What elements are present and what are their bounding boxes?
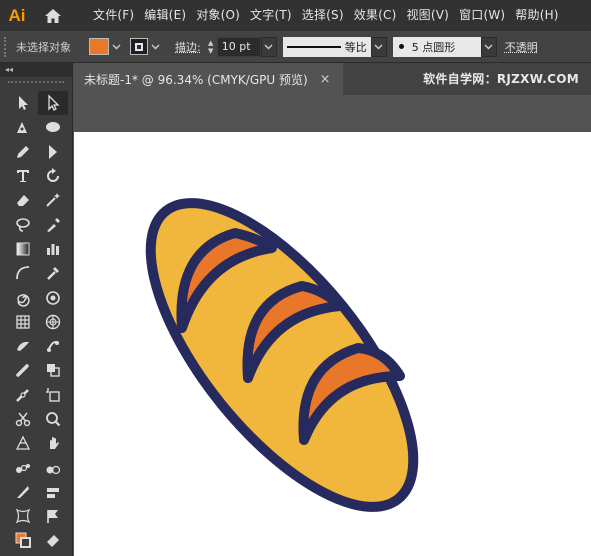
document-tab-title: 未标题-1* @ 96.34% (CMYK/GPU 预览) [84,72,308,87]
artboard-tool-icon[interactable] [38,383,68,407]
site-watermark: 软件自学网：RJZXW.COM [423,72,579,86]
toolbar-collapse-icon[interactable]: ◂◂ [0,63,72,77]
home-icon[interactable] [34,0,72,31]
pencil-tool-icon[interactable] [8,140,38,164]
app-logo: Ai [8,5,26,25]
brush-dot-icon [398,44,404,49]
variable-width-profile[interactable]: 等比 [282,36,371,57]
mesh-tool-icon[interactable] [8,504,38,528]
opacity-label[interactable]: 不透明 [505,39,538,55]
arc-tool-icon[interactable] [8,261,38,285]
fill-color-swatch[interactable] [89,38,109,55]
document-tab-bar: 未标题-1* @ 96.34% (CMYK/GPU 预览) × 软件自学网：RJ… [74,63,591,95]
menu-select[interactable]: 选择(S) [297,0,349,31]
ellipse-tool-icon[interactable] [38,115,68,139]
direct-selection-tool-icon[interactable] [38,91,68,116]
gradient-tool-icon[interactable] [8,237,38,261]
stroke-label-text: 描边 [175,40,197,54]
stroke-dropdown-chevron-icon[interactable] [148,37,163,57]
profile-dropdown-icon[interactable] [370,36,387,57]
brush-definition[interactable]: 5 点圆形 [392,36,481,57]
bread-body[interactable] [105,162,459,548]
menu-bar: Ai 文件(F) 编辑(E) 对象(O) 文字(T) 选择(S) 效果(C) 视… [0,0,591,31]
rotate-tool-icon[interactable] [38,164,68,188]
blob-brush-tool-icon[interactable] [8,334,38,358]
stroke-weight-dropdown-icon[interactable] [260,36,277,57]
paintbrush-tool-icon[interactable] [8,358,38,382]
lasso-tool-icon[interactable] [8,212,38,236]
eraser-alt-tool-icon[interactable] [38,528,68,552]
menu-view[interactable]: 视图(V) [401,0,454,31]
pipette-tool-icon[interactable] [38,261,68,285]
stroke-label[interactable]: 描边: [175,39,201,55]
width-tool-icon[interactable] [8,383,38,407]
profile-line-icon [286,45,341,48]
fill-dropdown-chevron-icon[interactable] [109,37,124,57]
magic-wand-tool-icon[interactable] [38,188,68,212]
grid-tool-icon[interactable] [8,310,38,334]
slice-tool-icon[interactable] [8,480,38,504]
hand-tool-icon[interactable] [38,431,68,455]
fill-stroke-icon[interactable] [8,528,38,552]
column-graph-tool-icon[interactable] [38,237,68,261]
stroke-weight-input[interactable]: 10 pt [216,36,261,57]
menu-file[interactable]: 文件(F) [88,0,139,31]
canvas-pasteboard [74,95,591,132]
live-paint-tool-icon[interactable] [38,455,68,479]
stroke-color-swatch[interactable] [130,38,148,55]
zoom-tool-icon[interactable] [38,407,68,431]
spiral-tool-icon[interactable] [8,285,38,309]
menu-type[interactable]: 文字(T) [245,0,297,31]
toolbar-grip[interactable] [8,81,64,87]
selection-tool-icon[interactable] [8,91,38,115]
document-tab[interactable]: 未标题-1* @ 96.34% (CMYK/GPU 预览) × [74,63,343,95]
close-icon[interactable]: × [320,72,331,87]
menu-effect[interactable]: 效果(C) [349,0,402,31]
chart-bar-tool-icon[interactable] [38,480,68,504]
control-bar: 未选择对象 描边: ▲ ▼ 10 pt 等比 5 点圆形 不透明 [0,31,591,63]
menu-object[interactable]: 对象(O) [191,0,245,31]
puppet-warp-tool-icon[interactable] [38,334,68,358]
eyedropper-tool-icon[interactable] [38,212,68,236]
menu-window[interactable]: 窗口(W) [454,0,510,31]
brush-label: 5 点圆形 [411,40,456,54]
tools-panel: ◂◂ [0,63,73,556]
artboard[interactable] [74,132,591,556]
polar-grid-tool-icon[interactable] [38,310,68,334]
scissors-tool-icon[interactable] [8,407,38,431]
flag-tool-icon[interactable] [38,504,68,528]
control-bar-grip[interactable] [4,36,10,57]
menu-help[interactable]: 帮助(H) [510,0,563,31]
type-tool-icon[interactable] [8,164,38,188]
perspective-grid-tool-icon[interactable] [8,431,38,455]
selection-status: 未选择对象 [16,40,71,54]
eraser-tool-icon[interactable] [8,188,38,212]
blend-tool-icon[interactable] [8,455,38,479]
bread-illustration[interactable] [74,132,591,556]
stroke-weight-spinner-icon[interactable]: ▲ ▼ [205,37,217,57]
profile-label: 等比 [344,40,367,54]
pen-tool-icon[interactable] [8,115,38,139]
symbol-tool-icon[interactable] [38,285,68,309]
brush-dropdown-icon[interactable] [480,36,497,57]
shape-builder-tool-icon[interactable] [38,358,68,382]
menu-edit[interactable]: 编辑(E) [139,0,191,31]
direct-select-arrow-icon[interactable] [38,140,68,164]
